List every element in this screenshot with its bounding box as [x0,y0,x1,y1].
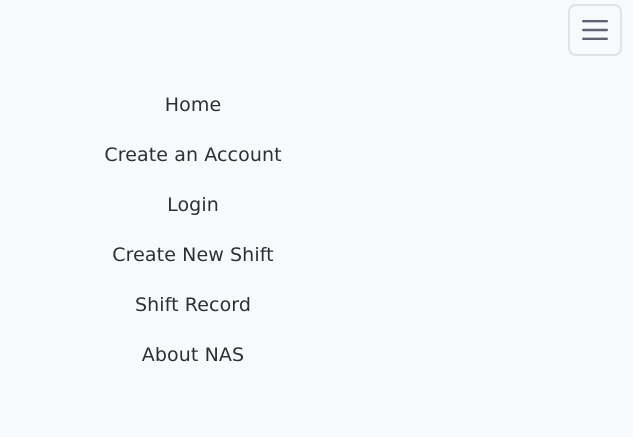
menu-toggle-button[interactable] [568,4,622,56]
nav-item-home: Home [0,80,386,130]
nav-item-login: Login [0,180,386,230]
nav-item-create-account: Create an Account [0,130,386,180]
nav-link-home[interactable]: Home [165,94,222,116]
nav-link-create-account[interactable]: Create an Account [104,144,281,166]
nav-link-about-nas[interactable]: About NAS [142,344,244,366]
nav-item-create-new-shift: Create New Shift [0,230,386,280]
hamburger-menu-icon [582,19,608,41]
nav-link-login[interactable]: Login [167,194,219,216]
nav-link-shift-record[interactable]: Shift Record [135,294,251,316]
nav-item-about-nas: About NAS [0,330,386,380]
nav-item-shift-record: Shift Record [0,280,386,330]
nav-menu: Home Create an Account Login Create New … [0,80,386,380]
nav-link-create-new-shift[interactable]: Create New Shift [112,244,273,266]
